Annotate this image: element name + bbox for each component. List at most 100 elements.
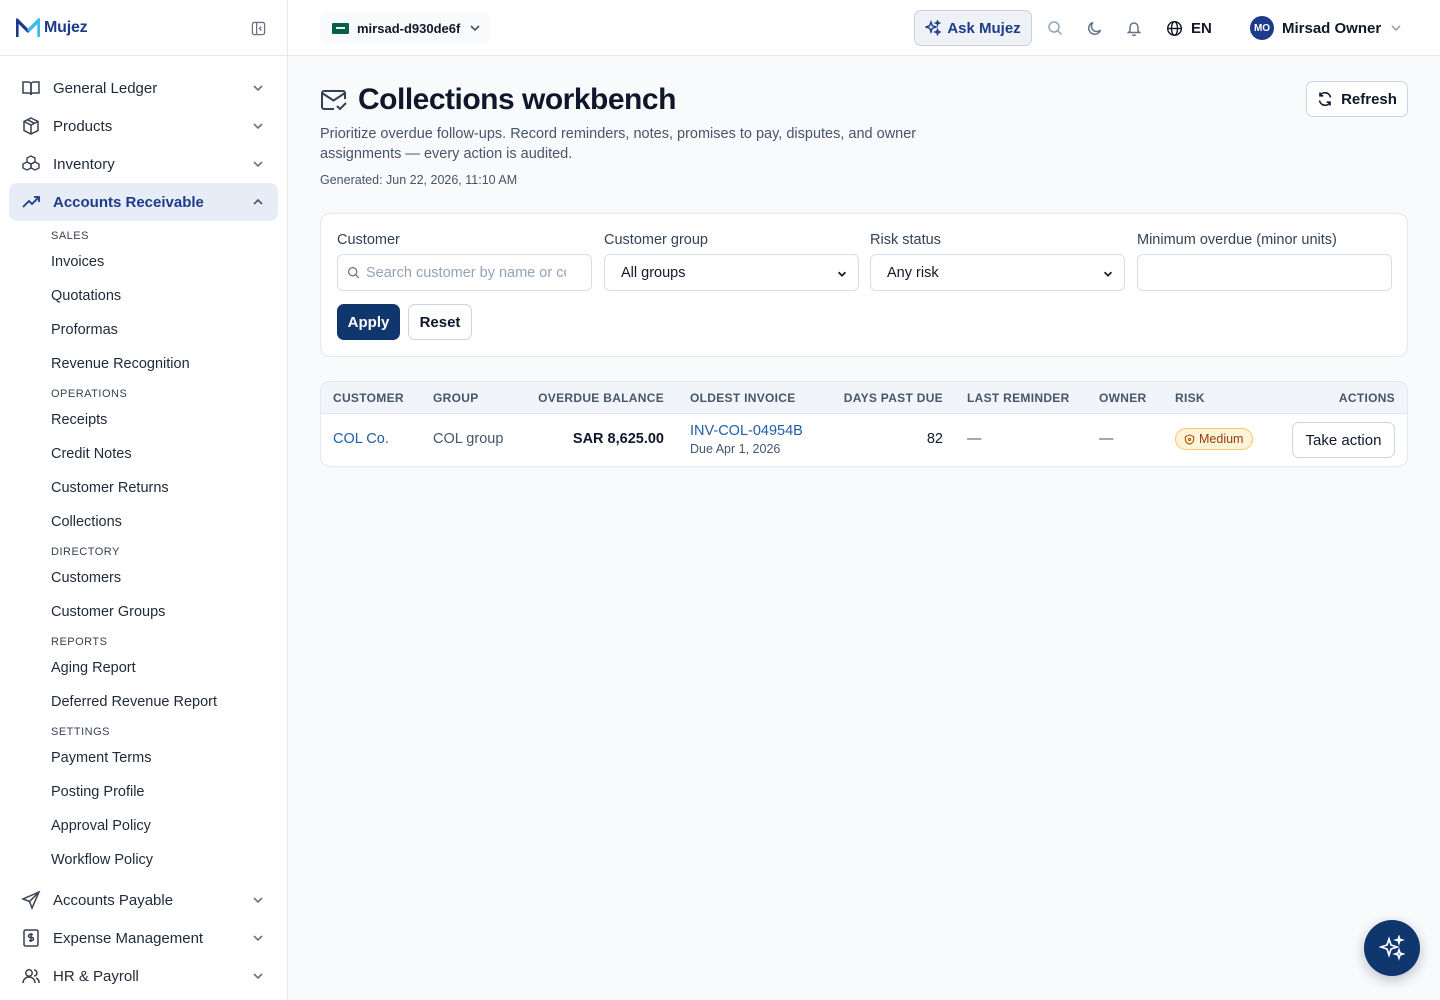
assistant-fab-button[interactable] <box>1364 920 1420 976</box>
customer-group-cell: COL group <box>433 431 504 447</box>
section-heading-directory: DIRECTORY <box>51 546 120 558</box>
column-header-last-reminder[interactable]: LAST REMINDER <box>967 391 1070 405</box>
page-header: Collections workbench <box>320 83 676 117</box>
users-icon <box>21 966 41 986</box>
sidebar-item-aging-report[interactable]: Aging Report <box>0 651 287 685</box>
risk-status-select[interactable]: Any risk <box>870 254 1125 291</box>
sidebar-item-products[interactable]: Products <box>9 107 278 145</box>
sidebar-item-customers[interactable]: Customers <box>0 561 287 595</box>
sidebar-item-hr-payroll[interactable]: HR & Payroll <box>9 957 278 995</box>
collections-table: CUSTOMER GROUP OVERDUE BALANCE OLDEST IN… <box>320 381 1408 467</box>
section-heading-reports: REPORTS <box>51 636 108 648</box>
company-switcher[interactable]: mirsad-d930de6f <box>320 12 491 44</box>
search-icon <box>1048 21 1063 36</box>
sidebar-item-customer-returns[interactable]: Customer Returns <box>0 471 287 505</box>
customer-link[interactable]: COL Co. <box>333 431 389 447</box>
customer-group-filter: Customer group All groups <box>604 232 859 291</box>
chevron-down-icon <box>250 118 266 134</box>
sidebar-item-revenue-recognition[interactable]: Revenue Recognition <box>0 347 287 381</box>
globe-icon <box>1166 20 1183 36</box>
column-header-overdue-balance[interactable]: OVERDUE BALANCE <box>538 391 664 405</box>
section-heading-sales: SALES <box>51 230 89 242</box>
theme-toggle-button[interactable] <box>1085 18 1105 38</box>
brand-logo[interactable]: Mujez <box>16 17 88 38</box>
sidebar-item-payment-terms[interactable]: Payment Terms <box>0 741 287 775</box>
sidebar-item-invoices[interactable]: Invoices <box>0 245 287 279</box>
sidebar-item-deferred-revenue-report[interactable]: Deferred Revenue Report <box>0 685 287 719</box>
package-icon <box>21 116 41 136</box>
sidebar-item-receipts[interactable]: Receipts <box>0 403 287 437</box>
column-header-oldest-invoice[interactable]: OLDEST INVOICE <box>690 391 796 405</box>
risk-status-value: Any risk <box>887 264 939 281</box>
sidebar-collapse-icon <box>251 21 265 35</box>
ask-mujez-label: Ask Mujez <box>947 19 1021 37</box>
language-switcher[interactable]: EN <box>1166 17 1212 39</box>
customer-search-input[interactable]: Search customer by name or code <box>337 254 592 291</box>
sidebar-item-inventory[interactable]: Inventory <box>9 145 278 183</box>
refresh-icon <box>1318 91 1332 107</box>
send-icon <box>21 890 41 910</box>
sparkles-icon <box>1379 935 1405 961</box>
sidebar-item-expense-management[interactable]: Expense Management <box>9 919 278 957</box>
last-reminder-cell: — <box>967 431 982 447</box>
minimum-overdue-input[interactable] <box>1137 254 1392 291</box>
risk-badge: Medium <box>1175 428 1254 450</box>
main-content: Collections workbench Prioritize overdue… <box>288 56 1440 1000</box>
table-header: CUSTOMER GROUP OVERDUE BALANCE OLDEST IN… <box>321 382 1407 414</box>
section-heading-operations: OPERATIONS <box>51 388 128 400</box>
invoice-due-date: Due Apr 1, 2026 <box>690 442 781 456</box>
sidebar-item-label: Expense Management <box>53 929 204 947</box>
boxes-icon <box>21 154 41 174</box>
sidebar-item-accounts-receivable[interactable]: Accounts Receivable <box>9 183 278 221</box>
refresh-button[interactable]: Refresh <box>1306 81 1408 117</box>
take-action-button[interactable]: Take action <box>1292 422 1395 458</box>
column-header-days-past-due[interactable]: DAYS PAST DUE <box>844 391 943 405</box>
sidebar-collapse-button[interactable] <box>249 19 267 37</box>
chevron-down-icon <box>250 892 266 908</box>
sidebar-item-credit-notes[interactable]: Credit Notes <box>0 437 287 471</box>
sidebar: Mujez General Ledger Products Inventory … <box>0 0 288 1000</box>
sidebar-item-quotations[interactable]: Quotations <box>0 279 287 313</box>
column-header-group[interactable]: GROUP <box>433 391 479 405</box>
customer-group-select[interactable]: All groups <box>604 254 859 291</box>
sidebar-item-customer-groups[interactable]: Customer Groups <box>0 595 287 629</box>
sidebar-item-posting-profile[interactable]: Posting Profile <box>0 775 287 809</box>
ask-mujez-button[interactable]: Ask Mujez <box>914 10 1032 46</box>
refresh-label: Refresh <box>1341 90 1397 108</box>
sidebar-item-label: Inventory <box>53 155 115 173</box>
sidebar-item-workflow-policy[interactable]: Workflow Policy <box>0 843 287 877</box>
brand-name: Mujez <box>44 18 88 36</box>
column-header-customer[interactable]: CUSTOMER <box>333 391 404 405</box>
sidebar-item-general-ledger[interactable]: General Ledger <box>9 69 278 107</box>
book-icon <box>21 78 41 98</box>
chevron-down-icon <box>250 968 266 984</box>
column-header-owner[interactable]: OWNER <box>1099 391 1147 405</box>
page-description: Prioritize overdue follow-ups. Record re… <box>320 126 917 162</box>
table-row: COL Co. COL group SAR 8,625.00 INV-COL-0… <box>321 414 1407 466</box>
minimum-overdue-filter: Minimum overdue (minor units) <box>1137 232 1392 291</box>
chevron-down-icon <box>1391 25 1401 32</box>
user-menu[interactable]: MO Mirsad Owner <box>1250 16 1403 40</box>
search-icon <box>347 266 360 279</box>
reset-button[interactable]: Reset <box>408 304 472 340</box>
notifications-button[interactable] <box>1124 18 1144 38</box>
sidebar-item-label: Accounts Payable <box>53 891 174 909</box>
avatar: MO <box>1250 16 1274 40</box>
customer-filter-label: Customer <box>337 232 400 248</box>
sidebar-item-collections[interactable]: Collections <box>0 505 287 539</box>
customer-search-placeholder: Search customer by name or code <box>366 264 566 281</box>
search-button[interactable] <box>1045 18 1065 38</box>
sidebar-item-proformas[interactable]: Proformas <box>0 313 287 347</box>
oldest-invoice-link[interactable]: INV-COL-04954B <box>690 423 803 439</box>
brand-header: Mujez <box>0 0 287 56</box>
sidebar-item-label: Accounts Receivable <box>53 193 204 211</box>
column-header-risk[interactable]: RISK <box>1175 391 1205 405</box>
sidebar-item-accounts-payable[interactable]: Accounts Payable <box>9 881 278 919</box>
sidebar-item-label: Products <box>53 117 113 135</box>
chevron-down-icon <box>250 80 266 96</box>
apply-button[interactable]: Apply <box>337 304 400 340</box>
generated-timestamp: Generated: Jun 22, 2026, 11:10 AM <box>320 173 518 187</box>
customer-group-label: Customer group <box>604 232 708 248</box>
sidebar-item-approval-policy[interactable]: Approval Policy <box>0 809 287 843</box>
chevron-up-icon <box>250 194 266 210</box>
